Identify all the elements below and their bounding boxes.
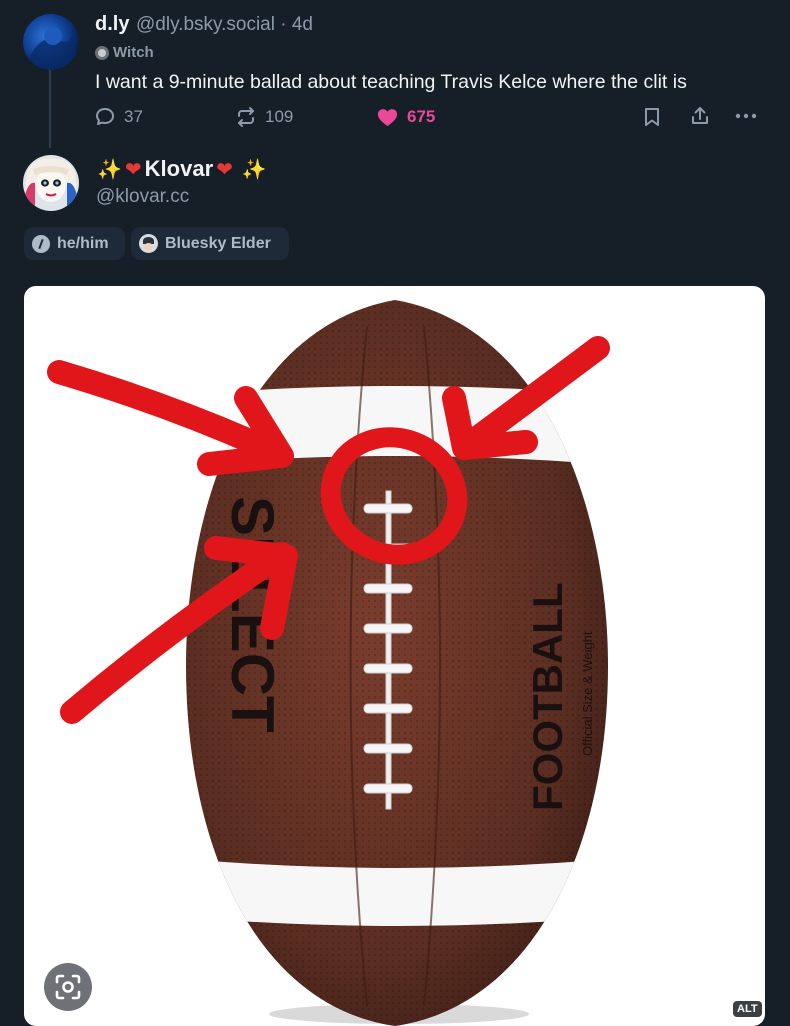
reply-count: 37 (124, 107, 143, 126)
ball-subtext: Official Size & Weight (580, 631, 595, 756)
pronoun-icon (32, 234, 50, 253)
heart-icon (377, 109, 398, 127)
repost-button[interactable]: 109 (235, 106, 293, 128)
lens-button[interactable] (44, 963, 92, 1011)
parent-display-name[interactable]: d.ly (95, 13, 129, 36)
author-handle[interactable]: @klovar.cc (96, 186, 189, 208)
sparkles-icon: ✨ (241, 158, 267, 181)
post-image[interactable]: SELECT FOOTBALL Official Size & Weight (24, 286, 765, 1026)
author-avatar[interactable] (23, 155, 79, 211)
share-button[interactable] (689, 105, 711, 132)
pronoun-label: he/him (57, 234, 109, 252)
reply-icon (96, 108, 114, 125)
bookmark-icon (645, 108, 659, 126)
author-name-text: Klovar (144, 156, 214, 181)
lens-icon (55, 974, 81, 1000)
football-image: SELECT FOOTBALL Official Size & Weight (47, 300, 610, 1026)
post-text: I want a 9-minute ballad about teaching … (95, 71, 687, 93)
bookmark-button[interactable] (642, 106, 662, 133)
more-options-button[interactable] (735, 109, 757, 128)
reply-button[interactable]: 37 (94, 106, 143, 128)
elder-badge-icon (139, 234, 158, 253)
ball-football-text: FOOTBALL (524, 582, 571, 811)
more-icon (735, 113, 757, 119)
author-display-name[interactable]: ✨ ❤ Klovar ❤ ✨ (97, 156, 267, 182)
sparkles-icon: ✨ (97, 158, 122, 181)
heart-emoji-icon: ❤ (216, 158, 233, 181)
pronoun-pill[interactable]: he/him (24, 227, 125, 260)
heart-emoji-icon: ❤ (124, 158, 142, 181)
parent-avatar[interactable] (23, 14, 79, 70)
profile-badge-label: Witch (113, 44, 154, 61)
parent-handle[interactable]: @dly.bsky.social · 4d (136, 14, 313, 36)
elder-label: Bluesky Elder (165, 234, 271, 252)
like-button[interactable]: 675 (376, 106, 435, 128)
repost-count: 109 (265, 107, 294, 126)
witch-badge-icon (95, 45, 109, 60)
elder-pill[interactable]: Bluesky Elder (131, 227, 289, 260)
thread-line (49, 70, 51, 148)
share-icon (692, 107, 708, 124)
like-count: 675 (407, 107, 436, 126)
profile-badge: Witch (95, 44, 154, 61)
repost-icon (238, 107, 254, 127)
